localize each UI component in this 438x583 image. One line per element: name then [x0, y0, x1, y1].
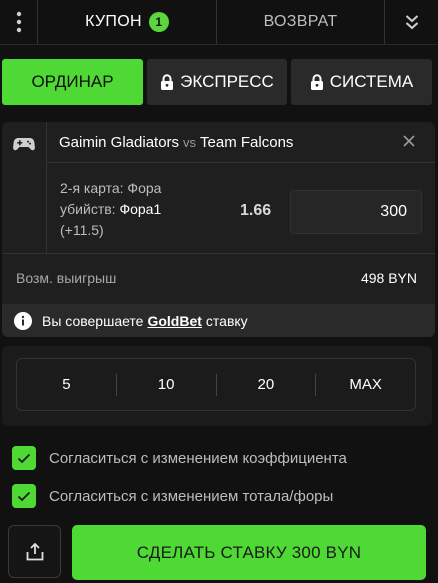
market-handicap: (+11.5) [60, 222, 104, 238]
close-icon [403, 135, 415, 147]
team-away: Team Falcons [200, 134, 294, 151]
header-divider [0, 44, 438, 45]
quick-amounts-group: 5 10 20 MAX [16, 358, 416, 411]
place-bet-label: СДЕЛАТЬ СТАВКУ 300 BYN [136, 542, 362, 562]
collapse-button[interactable] [385, 0, 438, 44]
info-text-after: ставку [205, 312, 248, 329]
tab-coupon[interactable]: КУПОН 1 [38, 0, 217, 44]
place-bet-button[interactable]: СДЕЛАТЬ СТАВКУ 300 BYN [72, 525, 426, 580]
possible-win-label: Возм. выигрыш [16, 270, 117, 286]
vs-label: vs [183, 135, 197, 150]
tab-return[interactable]: ВОЗВРАТ [217, 0, 385, 44]
market-description: 2-я карта: Фора убийств: Фора1 (+11.5) [60, 178, 200, 241]
accept-total-change-label: Согласиться с изменением тотала/форы [49, 487, 334, 505]
check-icon [17, 491, 31, 501]
info-banner: Вы совершаете GoldBet ставку [2, 304, 435, 337]
quick-amount-20-button[interactable]: 20 [217, 358, 316, 411]
chevrons-down-icon [405, 15, 418, 30]
team-home: Gaimin Gladiators [59, 134, 180, 151]
share-icon [26, 542, 43, 560]
possible-win-value: 498 BYN [360, 270, 417, 286]
accept-odds-change-label: Согласиться с изменением коэффициента [49, 449, 347, 467]
card-divider [2, 253, 435, 254]
bet-type-single-label: ОРДИНАР [31, 72, 114, 91]
bet-card: Gaimin Gladiators vs Team Falcons 2-я карт… [2, 122, 435, 337]
match-title: Gaimin Gladiators vs Team Falcons [59, 134, 293, 151]
lock-icon [310, 74, 324, 90]
info-icon [14, 311, 32, 330]
check-icon [17, 453, 31, 463]
coupon-header: КУПОН 1 ВОЗВРАТ [0, 0, 438, 44]
stake-input[interactable]: 300 [290, 190, 422, 234]
bet-type-express-label: ЭКСПРЕСС [180, 72, 274, 91]
quick-amount-10-button[interactable]: 10 [117, 358, 216, 411]
coupon-count-badge: 1 [148, 12, 169, 32]
tab-coupon-label: КУПОН [85, 13, 142, 30]
tab-return-label: ВОЗВРАТ [263, 13, 338, 30]
accept-total-change-checkbox[interactable] [12, 484, 36, 508]
kebab-menu-button[interactable] [0, 0, 38, 44]
info-text-before: Вы совершаете [42, 312, 144, 329]
lock-icon [160, 74, 174, 90]
odds-value: 1.66 [240, 202, 272, 219]
sport-column [2, 122, 47, 253]
kebab-icon [16, 11, 21, 33]
accept-total-change-row[interactable]: Согласиться с изменением тотала/форы [12, 484, 333, 508]
bet-type-express-button[interactable]: ЭКСПРЕСС [147, 59, 287, 105]
bet-type-selector: ОРДИНАР ЭКСПРЕСС СИСТЕМА [2, 59, 432, 105]
remove-bet-button[interactable] [403, 134, 417, 148]
market-pick: Фора1 [119, 201, 162, 217]
accept-odds-change-checkbox[interactable] [12, 446, 36, 470]
accept-odds-change-row[interactable]: Согласиться с изменением коэффициента [12, 446, 347, 470]
quick-amount-5-button[interactable]: 5 [17, 358, 116, 411]
bet-type-system-label: СИСТЕМА [329, 72, 414, 91]
quick-amounts-panel: 5 10 20 MAX [2, 346, 432, 426]
bet-type-system-button[interactable]: СИСТЕМА [291, 59, 432, 105]
share-button[interactable] [8, 525, 61, 578]
card-divider [47, 162, 435, 163]
gamepad-icon [13, 138, 35, 151]
quick-amount-max-button[interactable]: MAX [316, 358, 415, 411]
bet-type-single-button[interactable]: ОРДИНАР [2, 59, 143, 105]
brand-link[interactable]: GoldBet [147, 313, 201, 329]
